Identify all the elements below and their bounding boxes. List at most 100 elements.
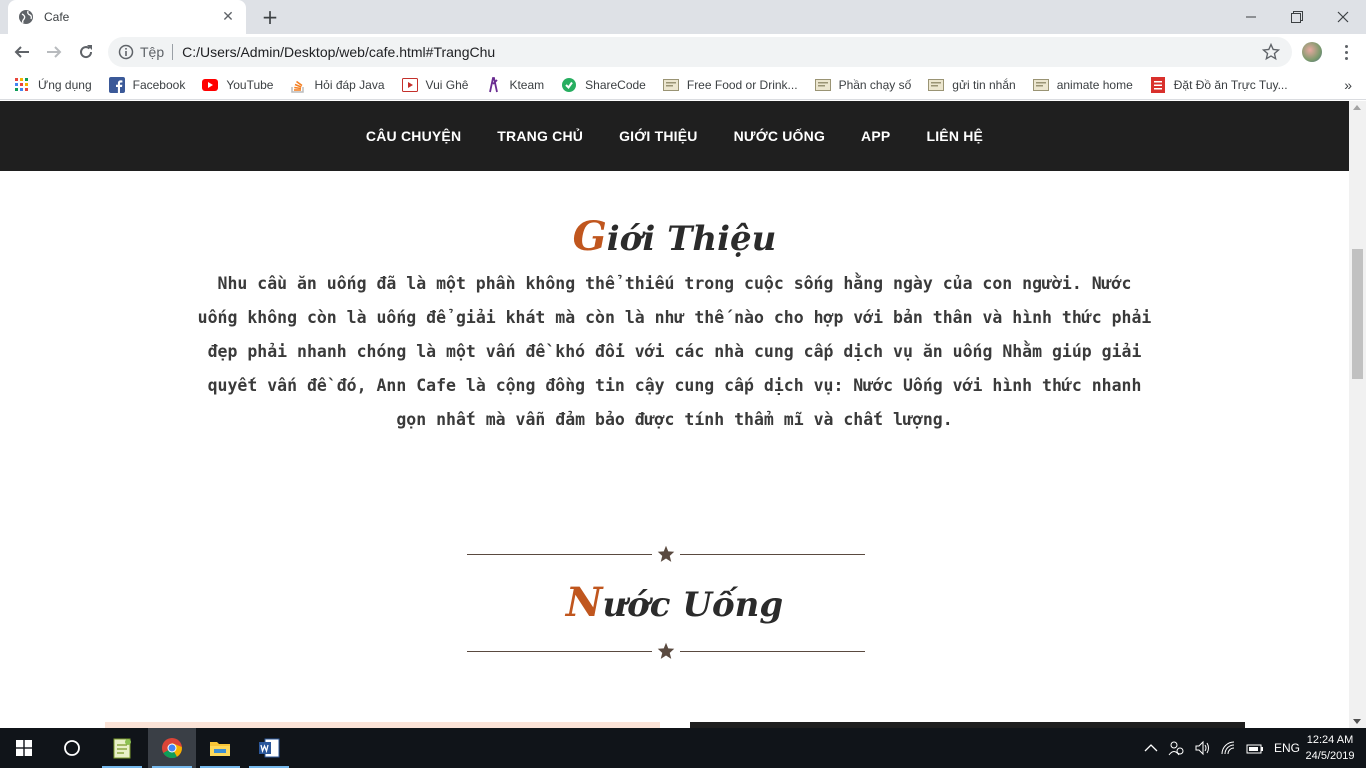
close-window-button[interactable]: [1320, 0, 1366, 34]
ornament-divider-top: [467, 545, 865, 565]
restore-button[interactable]: [1274, 0, 1320, 34]
bookmark-free-food[interactable]: Free Food or Drink...: [662, 77, 798, 93]
bookmark-vui-ghe[interactable]: Vui Ghê: [401, 77, 469, 93]
minimize-button[interactable]: [1228, 0, 1274, 34]
search-button[interactable]: [48, 728, 96, 768]
bookmark-label: Free Food or Drink...: [686, 77, 798, 92]
sharecode-icon: [561, 77, 577, 93]
star-icon: [657, 642, 675, 659]
bookmark-facebook[interactable]: Facebook: [108, 76, 186, 93]
drinks-heading-rest: ước Uống: [602, 585, 784, 625]
scroll-up-icon[interactable]: [1353, 105, 1361, 110]
page-icon: [928, 77, 945, 93]
bookmark-sharecode[interactable]: ShareCode: [561, 77, 646, 93]
taskbar-app-explorer[interactable]: [196, 728, 244, 768]
volume-icon[interactable]: [1194, 740, 1210, 756]
minimize-icon: [1246, 16, 1256, 18]
restore-icon: [1291, 11, 1303, 23]
bookmark-label: Hỏi đáp Java: [314, 77, 385, 92]
drinks-heading: Nước Uống: [0, 579, 1349, 626]
stackoverflow-icon: [290, 77, 306, 93]
more-bookmarks-icon[interactable]: »: [1344, 77, 1352, 93]
start-button[interactable]: [0, 728, 48, 768]
scroll-down-icon[interactable]: [1353, 719, 1361, 724]
address-bar[interactable]: Tệp C:/Users/Admin/Desktop/web/cafe.html…: [108, 37, 1292, 67]
bookmark-hoi-dap-java[interactable]: Hỏi đáp Java: [290, 77, 385, 93]
new-tab-button[interactable]: +: [259, 6, 281, 28]
close-icon: [1337, 11, 1349, 23]
globe-icon: [19, 10, 33, 24]
nav-nuoc-uong[interactable]: NƯỚC UỐNG: [734, 128, 825, 144]
word-icon: [259, 738, 280, 758]
page-viewport: CÂU CHUYỆN TRANG CHỦ GIỚI THIỆU NƯỚC UỐN…: [0, 101, 1349, 728]
page-icon: [662, 77, 679, 93]
windows-logo-icon: [16, 740, 32, 756]
bookmark-star-icon[interactable]: [1262, 43, 1280, 61]
bookmark-label: Phần chạy số: [838, 77, 912, 92]
clock-time: 12:24 AM: [1306, 734, 1354, 746]
forward-button[interactable]: [41, 39, 67, 65]
battery-icon[interactable]: [1246, 741, 1264, 755]
bookmark-gui-tin-nhan[interactable]: gửi tin nhắn: [928, 77, 1016, 93]
bookmark-dat-do-an[interactable]: Đặt Đồ ăn Trực Tuy...: [1150, 76, 1288, 93]
windows-taskbar: ENG 12:24 AM 24/5/2019: [0, 728, 1366, 768]
nav-lien-he[interactable]: LIÊN HỆ: [926, 128, 983, 144]
clock-date: 24/5/2019: [1305, 750, 1355, 762]
chevron-up-icon[interactable]: [1144, 743, 1158, 753]
bookmark-label: Vui Ghê: [425, 77, 469, 92]
notepadpp-icon: [113, 738, 131, 759]
intro-heading-initial: G: [572, 213, 607, 260]
chrome-icon: [162, 738, 182, 759]
taskbar-app-chrome[interactable]: [148, 728, 196, 768]
red-doc-icon: [1150, 76, 1166, 93]
browser-toolbar: Tệp C:/Users/Admin/Desktop/web/cafe.html…: [0, 34, 1366, 70]
browser-tab[interactable]: Cafe ✕: [8, 0, 246, 34]
separator: [172, 44, 174, 60]
bookmark-animate-home[interactable]: animate home: [1032, 77, 1133, 93]
nav-cau-chuyen[interactable]: CÂU CHUYỆN: [366, 128, 461, 144]
intro-heading-rest: iới Thiệu: [606, 219, 777, 259]
reload-button[interactable]: [73, 39, 99, 65]
tab-strip: Cafe ✕ +: [0, 0, 1366, 34]
folder-icon: [210, 742, 230, 756]
intro-heading: Giới Thiệu: [0, 213, 1349, 260]
back-button[interactable]: [9, 39, 35, 65]
bookmark-apps[interactable]: Ứng dụng: [14, 77, 92, 93]
clock[interactable]: 12:24 AM 24/5/2019: [1300, 732, 1360, 764]
ornament-divider-bottom: [467, 642, 865, 662]
bookmarks-bar: Ứng dụng Facebook YouTube Hỏi đáp Java V…: [0, 70, 1366, 100]
drinks-heading-initial: N: [565, 579, 603, 626]
profile-avatar[interactable]: [1302, 42, 1322, 62]
bookmark-label: YouTube: [226, 77, 274, 92]
bookmark-kteam[interactable]: Kteam: [485, 76, 544, 93]
page-icon: [1032, 77, 1049, 93]
language-indicator[interactable]: ENG: [1274, 741, 1300, 755]
intro-paragraph: Nhu cầu ăn uống đã là một phần không thể…: [197, 274, 1152, 429]
bookmark-label: animate home: [1056, 77, 1133, 92]
menu-icon[interactable]: [1336, 42, 1356, 62]
apps-grid-icon: [14, 77, 30, 93]
bookmark-label: Facebook: [132, 77, 186, 92]
file-chip: Tệp: [140, 44, 165, 60]
nav-gioi-thieu[interactable]: GIỚI THIỆU: [619, 128, 698, 144]
youtube-icon: [202, 77, 219, 93]
info-icon[interactable]: [118, 44, 134, 60]
reload-icon: [80, 45, 93, 59]
bookmark-phan-chay-so[interactable]: Phần chạy số: [814, 77, 912, 93]
taskbar-app-word[interactable]: [245, 728, 293, 768]
people-icon[interactable]: [1168, 740, 1184, 756]
wifi-icon[interactable]: [1220, 740, 1236, 756]
search-circle-icon: [64, 740, 80, 756]
scrollbar-thumb[interactable]: [1352, 249, 1363, 379]
nav-app[interactable]: APP: [861, 128, 890, 144]
bookmark-label: ShareCode: [585, 77, 646, 92]
taskbar-app-editor[interactable]: [98, 728, 146, 768]
page-icon: [814, 77, 831, 93]
page-scrollbar[interactable]: [1349, 101, 1366, 728]
bookmark-label: gửi tin nhắn: [952, 77, 1016, 92]
nav-trang-chu[interactable]: TRANG CHỦ: [497, 128, 583, 144]
url-text[interactable]: C:/Users/Admin/Desktop/web/cafe.html#Tra…: [182, 44, 495, 60]
close-tab-icon[interactable]: ✕: [220, 9, 236, 25]
kteam-icon: [485, 76, 501, 93]
bookmark-youtube[interactable]: YouTube: [202, 77, 273, 93]
